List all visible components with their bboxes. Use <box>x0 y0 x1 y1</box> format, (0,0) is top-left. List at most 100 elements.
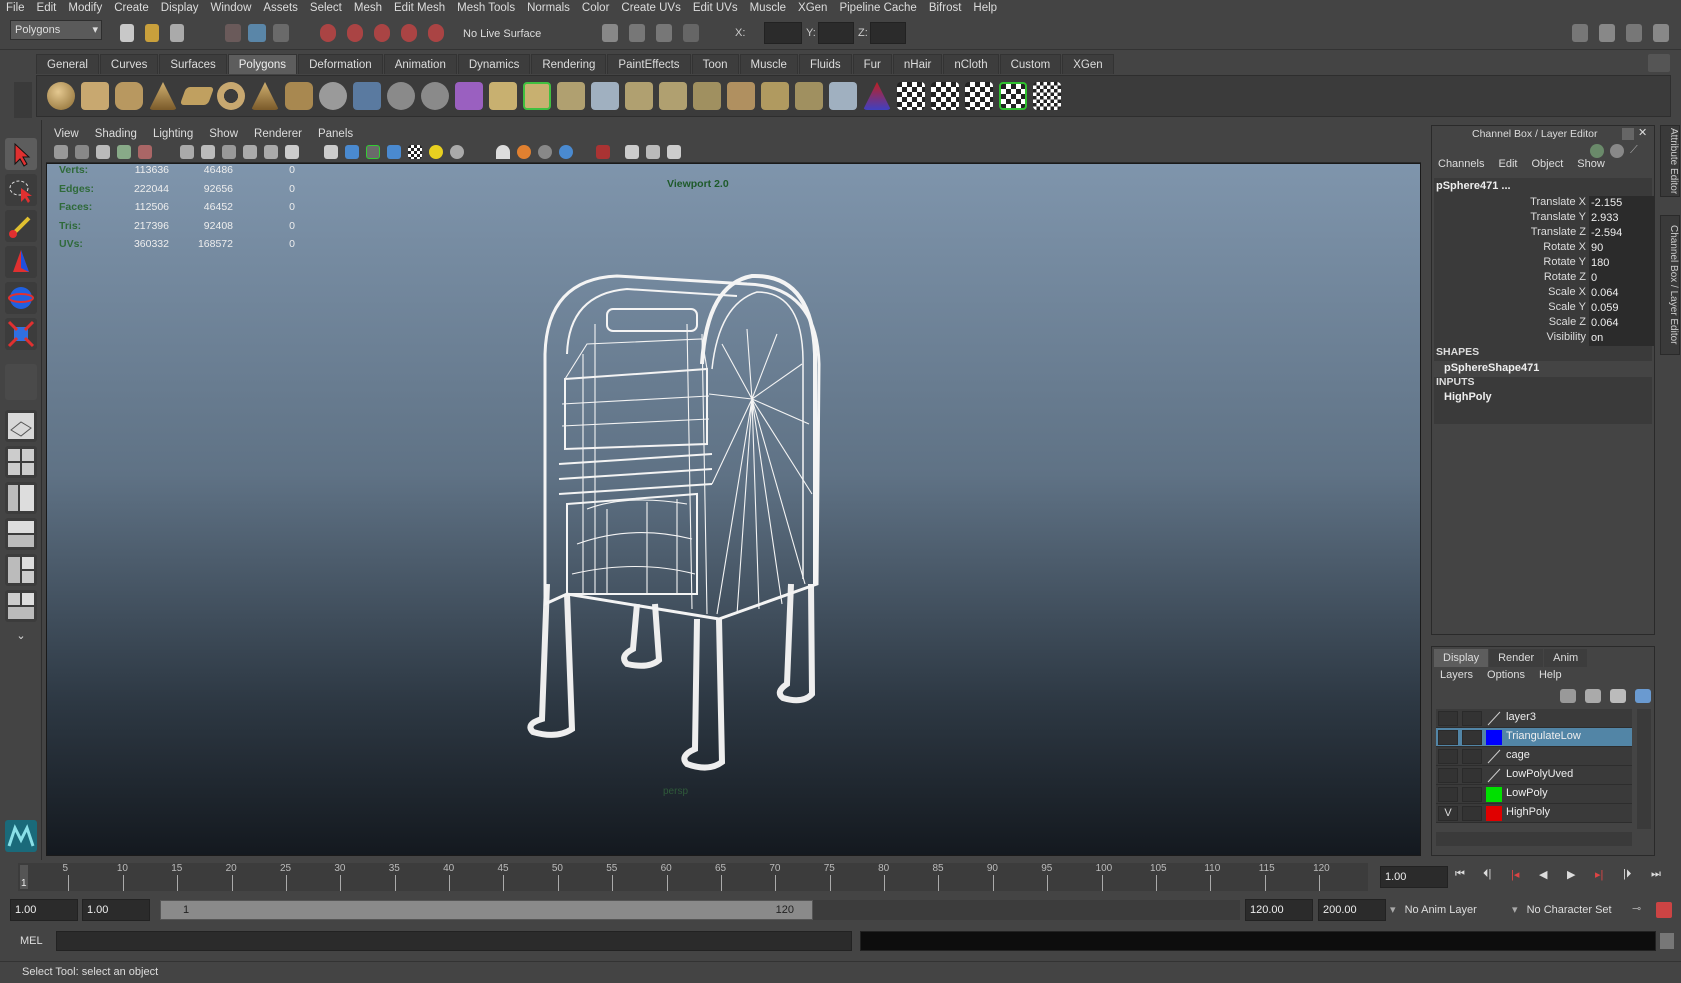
float-panel-icon[interactable] <box>1622 128 1634 140</box>
layer-color-swatch[interactable] <box>1486 787 1502 802</box>
step-forward-key-icon[interactable]: ▸| <box>1595 868 1603 881</box>
menu-xgen[interactable]: XGen <box>798 2 827 14</box>
channel-box-side-tab[interactable]: Channel Box / Layer Editor <box>1660 215 1680 355</box>
shadows-icon[interactable] <box>450 145 465 159</box>
layer-row[interactable]: cage <box>1436 747 1632 766</box>
x-field[interactable] <box>764 22 802 44</box>
layer-color-swatch[interactable] <box>1486 768 1502 783</box>
image-plane-icon[interactable] <box>117 145 132 159</box>
channel-value-field[interactable]: -2.594 <box>1589 226 1655 241</box>
channel-menu-edit[interactable]: Edit <box>1498 158 1517 174</box>
xray-icon[interactable] <box>625 145 640 159</box>
layer-visibility-toggle[interactable] <box>1438 711 1458 726</box>
auto-key-icon[interactable]: ⊸ <box>1632 902 1650 918</box>
layer-row[interactable]: LowPoly <box>1436 785 1632 804</box>
layer-menu-layers[interactable]: Layers <box>1440 669 1473 685</box>
four-view-layout-icon[interactable] <box>5 446 37 478</box>
channel-menu-show[interactable]: Show <box>1577 158 1605 174</box>
shelf-tab-fur[interactable]: Fur <box>852 54 892 74</box>
layer-list-scrollbar[interactable] <box>1637 709 1651 829</box>
menu-create-uvs[interactable]: Create UVs <box>621 2 680 14</box>
menu-help[interactable]: Help <box>973 2 997 14</box>
motion-blur-icon[interactable] <box>517 145 532 159</box>
new-empty-layer-icon[interactable] <box>1610 689 1627 703</box>
grease-pencil-icon[interactable] <box>138 145 153 159</box>
layer-menu-help[interactable]: Help <box>1539 669 1562 685</box>
channel-row[interactable]: Scale Z 0.064 <box>1434 316 1656 332</box>
anim-layer-dropdown[interactable]: ▾ No Anim Layer <box>1390 899 1512 921</box>
select-hierarchy-icon[interactable] <box>225 24 241 42</box>
poly-cylinder-icon[interactable] <box>115 82 143 110</box>
outliner-persp-layout-icon[interactable] <box>5 482 37 514</box>
playback-end-field[interactable]: 120.00 <box>1245 899 1313 921</box>
hyper-icon[interactable]: ⟋ <box>1630 144 1644 158</box>
attribute-editor-toggle-icon[interactable] <box>1599 24 1616 42</box>
script-editor-icon[interactable] <box>1660 933 1674 949</box>
select-camera-icon[interactable] <box>54 145 68 159</box>
maya-logo-icon[interactable] <box>5 820 37 852</box>
ipr-render-icon[interactable] <box>656 24 673 42</box>
channel-value-field[interactable]: -2.155 <box>1589 196 1655 211</box>
modeling-toolkit-icon[interactable] <box>1572 24 1588 42</box>
move-layer-down-icon[interactable] <box>1585 689 1602 703</box>
live-surface-label[interactable]: No Live Surface <box>463 25 583 43</box>
extract-icon[interactable] <box>421 82 449 110</box>
persp-graph-layout-icon[interactable] <box>5 518 37 550</box>
uv-editor-icon[interactable] <box>999 82 1027 110</box>
layer-menu-options[interactable]: Options <box>1487 669 1525 685</box>
paint-select-tool-icon[interactable] <box>5 210 37 242</box>
shape-row[interactable]: pSphereShape471 <box>1434 361 1652 377</box>
channel-menu-channels[interactable]: Channels <box>1438 158 1484 174</box>
channel-value-field[interactable]: 2.933 <box>1589 211 1655 226</box>
render-frame-icon[interactable] <box>629 24 646 42</box>
layout-more-chevron-icon[interactable]: ⌄ <box>5 626 37 646</box>
manipulator-icon[interactable] <box>1590 144 1604 158</box>
layer-tab-display[interactable]: Display <box>1434 649 1489 667</box>
new-layer-from-selected-icon[interactable] <box>1635 689 1652 703</box>
menu-assets[interactable]: Assets <box>263 2 298 14</box>
poly-plane-icon[interactable] <box>179 87 215 105</box>
layer-display-type-toggle[interactable] <box>1462 806 1482 821</box>
z-field[interactable] <box>870 22 906 44</box>
snap-view-icon[interactable] <box>401 24 418 42</box>
time-slider[interactable]: 5 10 15 20 25 30 35 40 45 50 55 60 65 70 75 80 85 90 95 100… <box>0 860 1681 892</box>
field-chart-icon[interactable] <box>264 145 279 159</box>
go-to-start-icon[interactable]: ⏮ <box>1455 868 1465 881</box>
save-scene-icon[interactable] <box>170 24 185 42</box>
play-backwards-icon[interactable]: ◀ <box>1539 868 1547 881</box>
shelf-options-icon[interactable] <box>1648 54 1670 72</box>
layer-display-type-toggle[interactable] <box>1462 787 1482 802</box>
input-name[interactable]: HighPoly <box>1444 391 1492 403</box>
layer-visibility-toggle[interactable] <box>1438 768 1458 783</box>
checker-display-icon[interactable] <box>408 145 423 159</box>
viewport-menu-renderer[interactable]: Renderer <box>254 128 302 140</box>
shelf-tab-fluids[interactable]: Fluids <box>798 54 852 74</box>
shelf-tab-curves[interactable]: Curves <box>99 54 159 74</box>
smooth-shade-icon[interactable] <box>345 145 360 159</box>
menu-mesh[interactable]: Mesh <box>354 2 382 14</box>
shelf-tab-animation[interactable]: Animation <box>383 54 457 74</box>
poly-sphere-icon[interactable] <box>47 82 75 110</box>
viewport-menu-view[interactable]: View <box>54 128 79 140</box>
fill-hole-icon[interactable] <box>727 82 755 110</box>
shelf-tab-muscle[interactable]: Muscle <box>739 54 798 74</box>
film-gate-icon[interactable] <box>201 145 216 159</box>
speed-icon[interactable] <box>1610 144 1624 158</box>
layer-visibility-toggle[interactable] <box>1438 730 1458 745</box>
textured-icon[interactable] <box>387 145 402 159</box>
attribute-editor-side-tab[interactable]: Attribute Editor <box>1660 125 1680 197</box>
object-name[interactable]: pSphere471 ... <box>1436 180 1511 192</box>
move-tool-icon[interactable] <box>5 246 37 278</box>
select-object-icon[interactable] <box>248 24 267 42</box>
render-settings-icon[interactable] <box>683 24 700 42</box>
select-tool-icon[interactable] <box>5 138 37 170</box>
last-tool-slot[interactable] <box>5 364 37 400</box>
layer-row[interactable]: V HighPoly <box>1436 804 1632 823</box>
channel-value-field[interactable]: 0.064 <box>1589 286 1655 301</box>
grid-toggle-icon[interactable] <box>180 145 194 159</box>
snap-point-icon[interactable] <box>374 24 391 42</box>
step-forward-frame-icon[interactable]: |⏵ <box>1623 868 1631 881</box>
shelf-tab-general[interactable]: General <box>36 54 99 74</box>
shelf-tab-toon[interactable]: Toon <box>691 54 739 74</box>
target-weld-icon[interactable] <box>795 82 823 110</box>
